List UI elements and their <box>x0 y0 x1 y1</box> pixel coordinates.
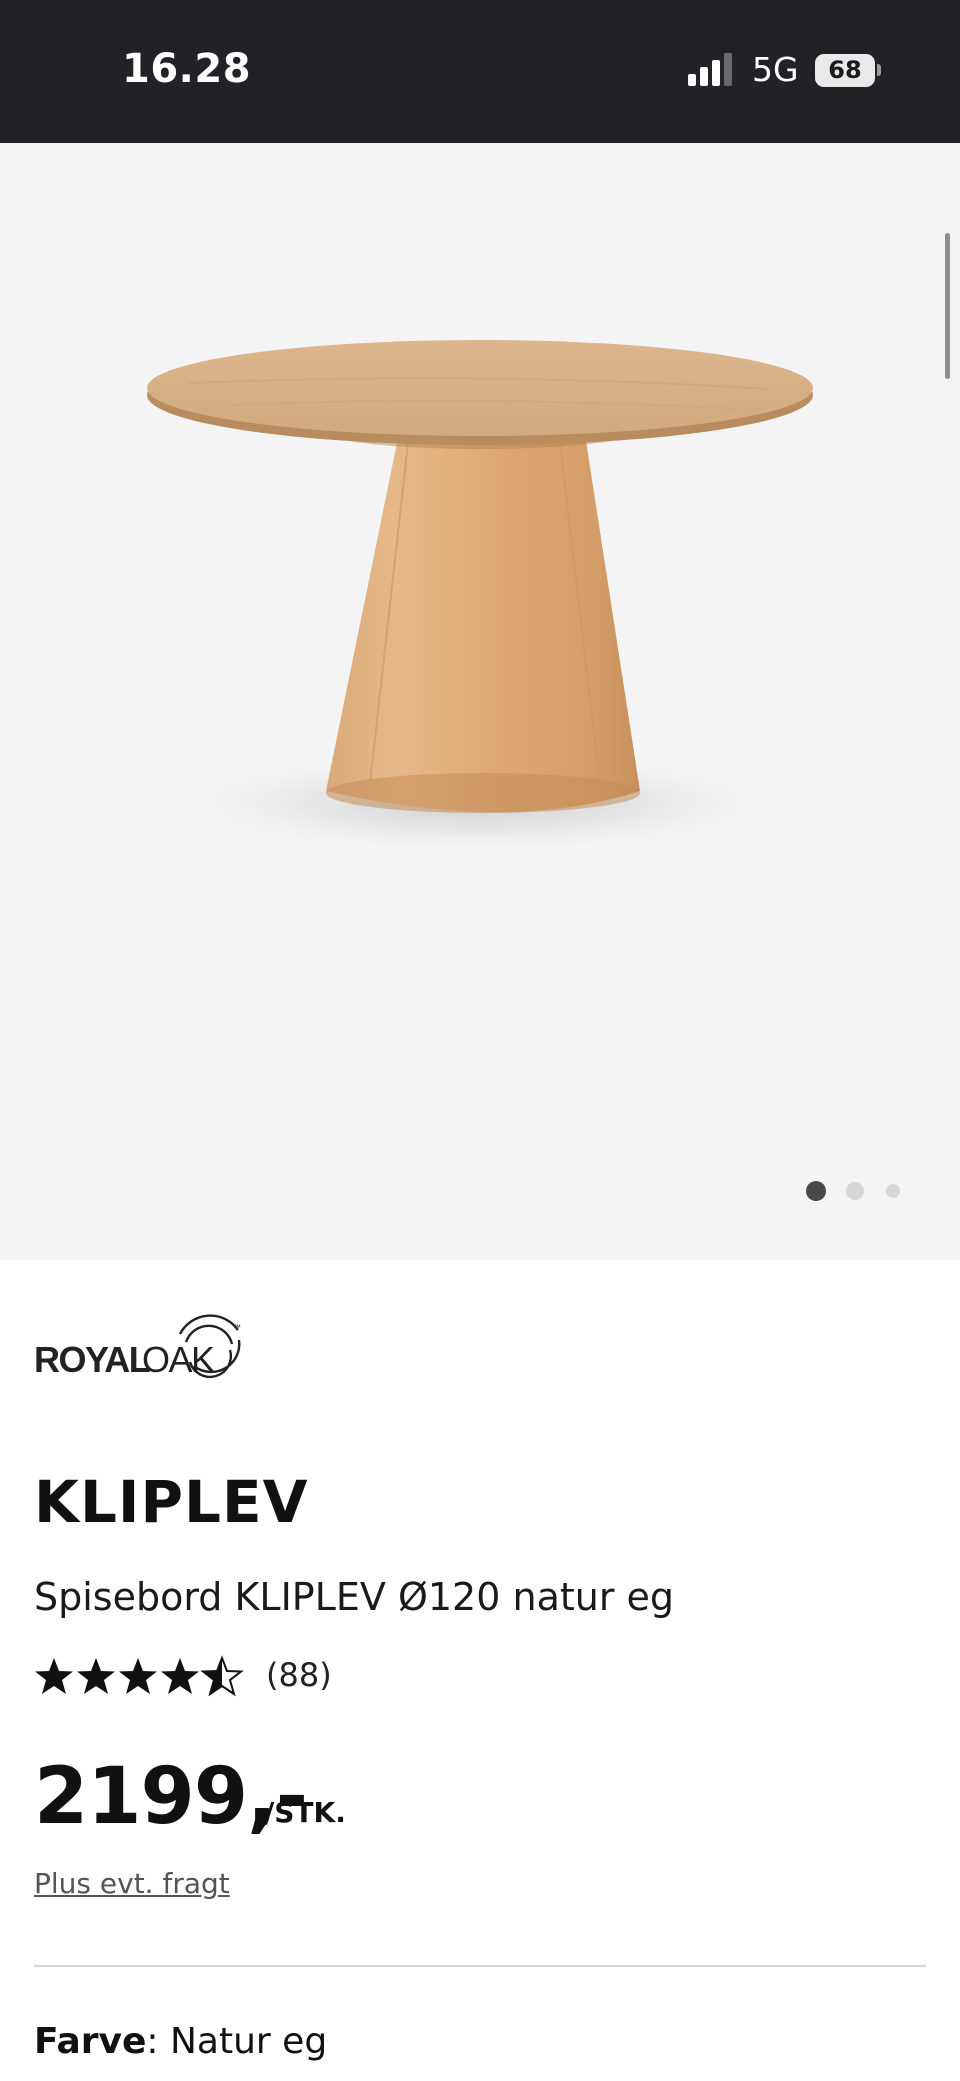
gallery-dot-3[interactable] <box>886 1184 900 1198</box>
divider <box>34 1965 926 1967</box>
product-description: Spisebord KLIPLEV Ø120 natur eg <box>34 1575 675 1619</box>
product-image-gallery[interactable] <box>0 143 960 1260</box>
status-bar: 16.28 5G 68 <box>0 0 960 143</box>
network-type: 5G <box>752 50 799 89</box>
battery-tip <box>877 64 881 76</box>
color-value: Natur eg <box>170 2021 328 2062</box>
star-rating-icon <box>35 1657 242 1695</box>
svg-text:OAK: OAK <box>142 1339 215 1380</box>
gallery-dot-1[interactable] <box>806 1181 826 1201</box>
gallery-dot-2[interactable] <box>846 1182 864 1200</box>
rating-count: (88) <box>266 1656 332 1694</box>
battery-icon: 68 <box>815 54 875 87</box>
color-label: Farve <box>34 2021 147 2062</box>
scroll-indicator[interactable] <box>945 233 950 379</box>
shipping-link[interactable]: Plus evt. fragt <box>34 1867 230 1900</box>
status-time: 16.28 <box>122 46 252 92</box>
price-unit: /STK. <box>264 1796 346 1829</box>
color-separator: : <box>146 2021 170 2062</box>
brand-logo[interactable]: ROYAL OAK ™ <box>34 1312 254 1382</box>
signal-icon <box>688 53 732 86</box>
color-selector[interactable]: Farve: Natur eg <box>34 2021 327 2062</box>
product-title: KLIPLEV <box>34 1468 309 1536</box>
svg-text:ROYAL: ROYAL <box>34 1339 150 1380</box>
product-image <box>147 340 813 853</box>
